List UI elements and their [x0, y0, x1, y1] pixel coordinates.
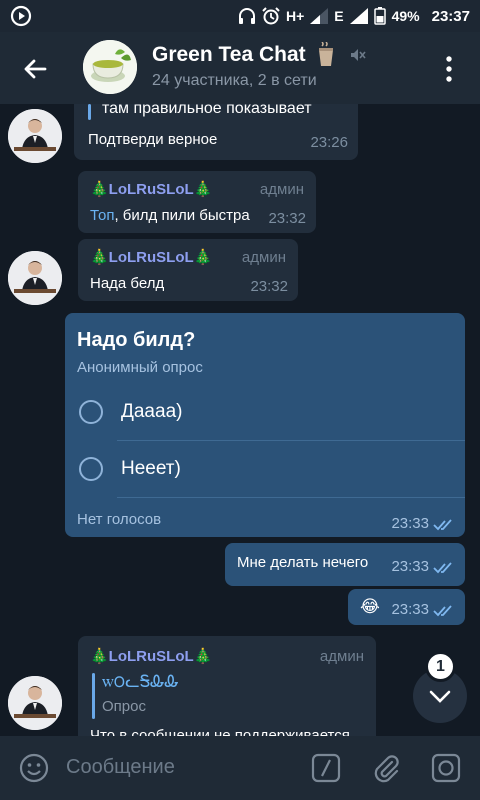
message-composer: Сообщение: [0, 736, 480, 800]
message-bubble[interactable]: Мне делать нечего 23:33: [225, 543, 465, 586]
admin-badge: админ: [241, 249, 286, 266]
chat-title: Green Tea Chat: [152, 43, 306, 66]
user-photo: [8, 676, 62, 730]
signal-icon-2: [349, 8, 368, 24]
avatar[interactable]: [8, 251, 62, 305]
signal-icon: [310, 8, 329, 24]
battery-percent: 49%: [391, 8, 420, 24]
reply-bar: [88, 104, 91, 120]
unread-badge: 1: [425, 651, 456, 682]
status-bar: H+ E 49% 23:37: [0, 0, 480, 32]
message-input[interactable]: Сообщение: [66, 756, 175, 779]
reply-quote: там правильное показывает: [102, 104, 312, 117]
sender-name[interactable]: 🎄LoLRuSLoL🎄: [90, 248, 212, 266]
message-text: Топ, билд пили быстра: [90, 207, 250, 224]
message-bubble[interactable]: 🎄LoLRuSLoL🎄 админ ꮃ౦ᓚᎦᎲᎲ Опрос Что в соо…: [78, 636, 376, 736]
double-check-icon: [433, 519, 452, 531]
poll-option-radio[interactable]: [79, 400, 103, 424]
avatar[interactable]: [8, 676, 62, 730]
back-arrow-icon[interactable]: [18, 52, 52, 86]
headphones-icon: [238, 8, 255, 24]
attach-paperclip-icon[interactable]: [370, 752, 402, 784]
bot-command-icon[interactable]: [310, 752, 342, 784]
alarm-icon: [262, 7, 280, 25]
message-bubble[interactable]: 😂 23:33: [348, 589, 465, 625]
reply-bar: [92, 673, 95, 719]
double-check-icon: [433, 562, 452, 574]
reply-preview: Опрос: [102, 698, 146, 715]
poll-question: Надо билд?: [77, 329, 196, 351]
message-time: 23:32: [268, 210, 306, 227]
poll-vote-count: Нет голосов: [77, 511, 162, 528]
network-type-2: E: [334, 8, 344, 24]
camera-icon[interactable]: [430, 752, 462, 784]
user-photo: [8, 109, 62, 163]
green-tea-icon: [83, 40, 137, 94]
chat-avatar[interactable]: [83, 40, 137, 94]
double-check-icon: [433, 605, 452, 617]
message-time: 23:33: [391, 558, 429, 575]
poll-message[interactable]: Надо билд? Анонимный опрос Даааа) Нееет)…: [65, 313, 465, 537]
poll-option-label[interactable]: Нееет): [121, 458, 181, 480]
divider: [117, 440, 465, 441]
muted-icon: [350, 49, 366, 61]
sender-name[interactable]: 🎄LoLRuSLoL🎄: [90, 180, 212, 198]
message-text: Что в сообщении не поддерживается: [90, 727, 350, 736]
chat-subtitle: 24 участника, 2 в сети: [152, 72, 317, 89]
message-text: Мне делать нечего: [237, 554, 369, 571]
emoji-icon[interactable]: [18, 752, 50, 784]
message-time: 23:33: [391, 601, 429, 618]
mention-link[interactable]: Топ: [90, 207, 114, 224]
battery-icon: [373, 7, 386, 25]
admin-badge: админ: [259, 181, 304, 198]
user-photo: [8, 251, 62, 305]
admin-badge: админ: [319, 648, 364, 665]
network-type: H+: [285, 8, 305, 24]
more-vertical-icon[interactable]: [438, 54, 460, 84]
message-time: 23:33: [391, 515, 429, 532]
clock: 23:37: [431, 7, 470, 25]
message-time: 23:26: [310, 134, 348, 151]
sender-name[interactable]: 🎄LoLRuSLoL🎄: [90, 647, 212, 665]
coffee-cup-icon: [318, 42, 333, 66]
message-text: Подтверди верное: [88, 131, 218, 148]
chat-header: Green Tea Chat 24 участника, 2 в сети: [0, 32, 480, 104]
poll-option-label[interactable]: Даааа): [121, 401, 182, 423]
divider: [117, 497, 465, 498]
message-list[interactable]: там правильное показывает Подтверди верн…: [0, 104, 480, 736]
message-bubble[interactable]: там правильное показывает Подтверди верн…: [74, 104, 358, 160]
status-icons: H+ E 49% 23:37: [238, 0, 470, 32]
message-time: 23:32: [250, 278, 288, 295]
screen-recorder-icon: [10, 5, 32, 27]
avatar[interactable]: [8, 109, 62, 163]
message-bubble[interactable]: 🎄LoLRuSLoL🎄 админ Топ, билд пили быстра …: [78, 171, 316, 233]
poll-option-radio[interactable]: [79, 457, 103, 481]
message-bubble[interactable]: 🎄LoLRuSLoL🎄 админ Нада белд 23:32: [78, 239, 298, 301]
poll-type: Анонимный опрос: [77, 359, 203, 376]
chat-title-row[interactable]: Green Tea Chat: [152, 42, 366, 68]
message-text: 😂: [360, 597, 380, 616]
reply-author: ꮃ౦ᓚᎦᎲᎲ: [102, 672, 179, 691]
message-text: Нада белд: [90, 275, 165, 292]
